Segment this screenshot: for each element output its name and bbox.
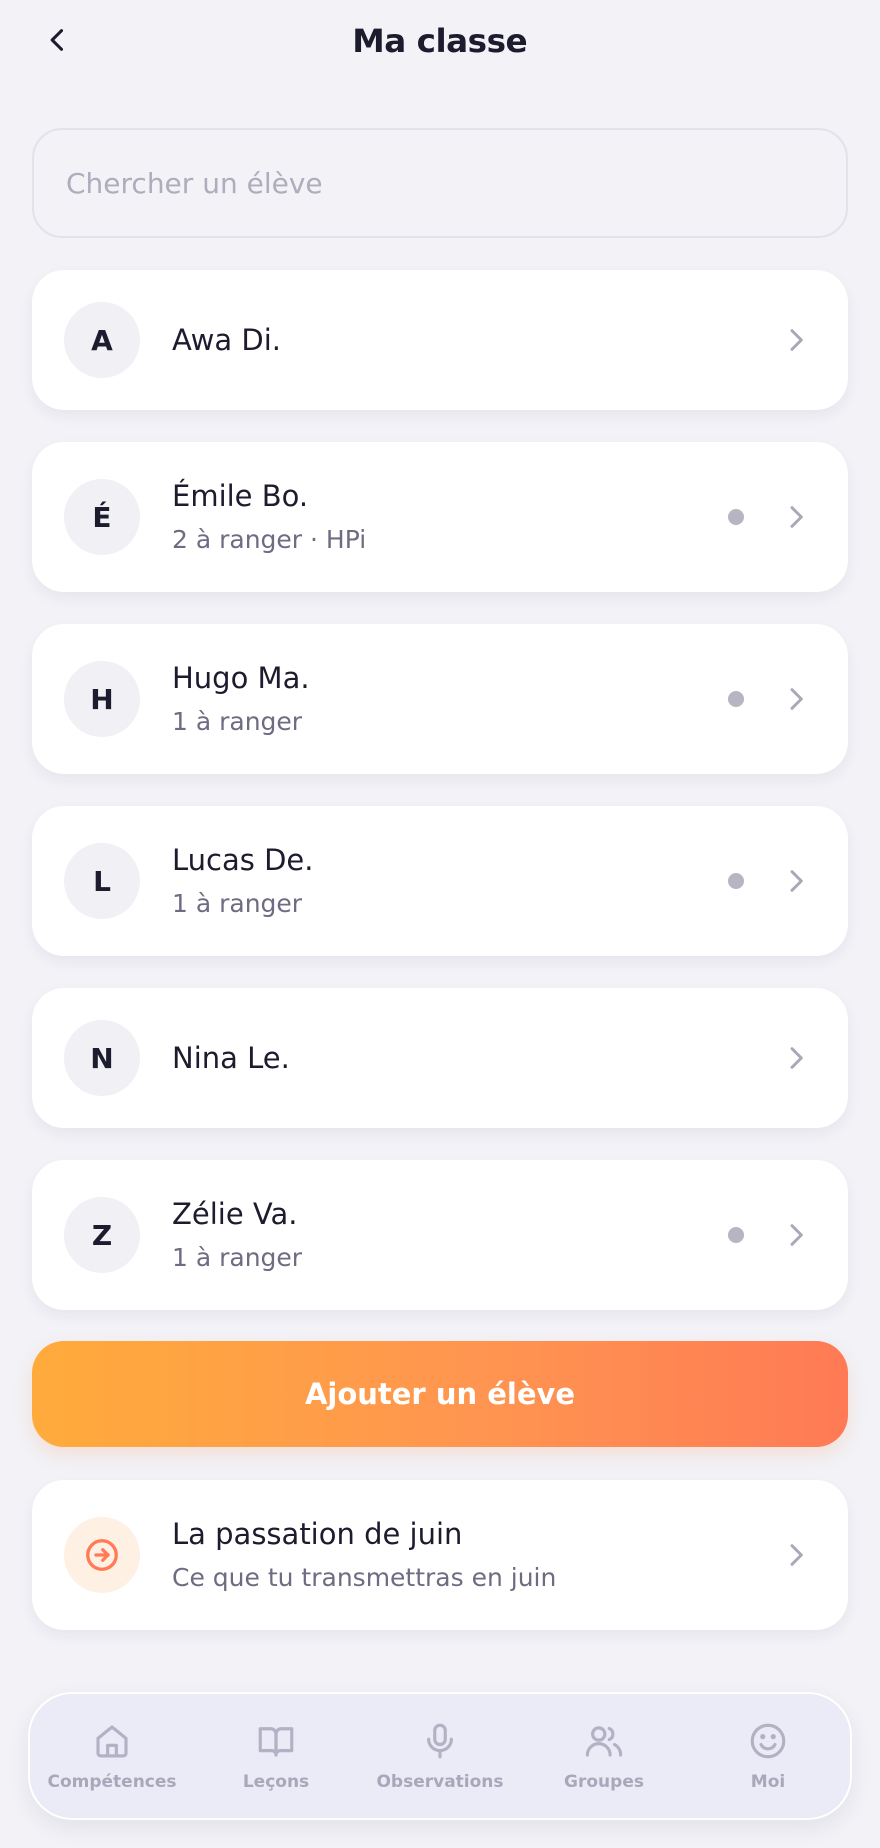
avatar: A [64, 302, 140, 378]
tab-label: Observations [376, 1772, 504, 1792]
tab-competences[interactable]: Compétences [32, 1720, 192, 1792]
chevron-right-icon [790, 1047, 803, 1069]
pending-dot [728, 1227, 744, 1243]
student-name: Hugo Ma. [172, 661, 310, 695]
tab-lecons[interactable]: Leçons [196, 1720, 356, 1792]
student-texts: Zélie Va. 1 à ranger [172, 1196, 302, 1274]
student-status: 1 à ranger [172, 1243, 303, 1272]
avatar: N [64, 1020, 140, 1096]
chevron-right-icon [790, 329, 803, 351]
avatar: Z [64, 1197, 140, 1273]
avatar: L [64, 843, 140, 919]
student-texts: Émile Bo. 2 à ranger · HPi [172, 478, 366, 556]
home-icon [96, 1725, 128, 1758]
student-texts: Awa Di. [172, 322, 281, 358]
student-name: Awa Di. [172, 323, 281, 357]
tab-bar: Compétences Leçons Observations Groupes … [28, 1692, 852, 1820]
student-name: Lucas De. [172, 843, 314, 877]
handoff-icon-badge [64, 1517, 140, 1593]
chevron-right-icon [790, 506, 803, 528]
microphone-icon [427, 1723, 453, 1759]
student-card-emile[interactable]: É Émile Bo. 2 à ranger · HPi [32, 442, 848, 592]
student-card-nina[interactable]: N Nina Le. [32, 988, 848, 1128]
handoff-title: La passation de juin [172, 1517, 463, 1551]
chevron-left-icon [50, 29, 64, 51]
avatar: É [64, 479, 140, 555]
book-icon [258, 1727, 294, 1757]
add-student-button[interactable]: Ajouter un élève [32, 1341, 848, 1447]
avatar: H [64, 661, 140, 737]
student-status: 2 à ranger · HPi [172, 525, 367, 554]
student-status: 1 à ranger [172, 707, 303, 736]
student-texts: Nina Le. [172, 1040, 290, 1076]
search-input[interactable] [66, 166, 846, 200]
student-name: Zélie Va. [172, 1197, 298, 1231]
pending-dot [728, 509, 744, 525]
pending-dot [728, 691, 744, 707]
pending-dot [728, 873, 744, 889]
chevron-right-icon [790, 688, 803, 710]
tab-moi[interactable]: Moi [688, 1720, 848, 1792]
tab-label: Leçons [242, 1772, 310, 1792]
student-card-lucas[interactable]: L Lucas De. 1 à ranger [32, 806, 848, 956]
handoff-subtitle: Ce que tu transmettras en juin [172, 1563, 557, 1592]
chevron-right-icon [790, 870, 803, 892]
student-name: Nina Le. [172, 1041, 290, 1075]
tab-label: Groupes [564, 1772, 644, 1792]
handoff-card[interactable]: La passation de juin Ce que tu transmett… [32, 1480, 848, 1630]
back-button[interactable] [38, 20, 78, 60]
tab-label: Compétences [47, 1772, 177, 1792]
student-card-hugo[interactable]: H Hugo Ma. 1 à ranger [32, 624, 848, 774]
tab-label: Moi [750, 1772, 786, 1792]
chevron-right-icon [790, 1544, 803, 1566]
student-texts: Hugo Ma. 1 à ranger [172, 660, 310, 738]
smiley-icon [750, 1723, 786, 1759]
users-icon [585, 1726, 623, 1757]
student-card-awa[interactable]: A Awa Di. [32, 270, 848, 410]
tab-groupes[interactable]: Groupes [524, 1720, 684, 1792]
chevron-right-icon [790, 1224, 803, 1246]
search-field[interactable] [32, 128, 848, 238]
student-texts: Lucas De. 1 à ranger [172, 842, 313, 920]
handoff-texts: La passation de juin Ce que tu transmett… [172, 1516, 556, 1594]
arrow-right-circle-icon [86, 1539, 118, 1571]
page-title: Ma classe [352, 22, 528, 60]
student-status: 1 à ranger [172, 889, 303, 918]
header: Ma classe [0, 0, 880, 82]
student-name: Émile Bo. [172, 479, 309, 513]
student-card-zelie[interactable]: Z Zélie Va. 1 à ranger [32, 1160, 848, 1310]
tab-observations[interactable]: Observations [360, 1720, 520, 1792]
